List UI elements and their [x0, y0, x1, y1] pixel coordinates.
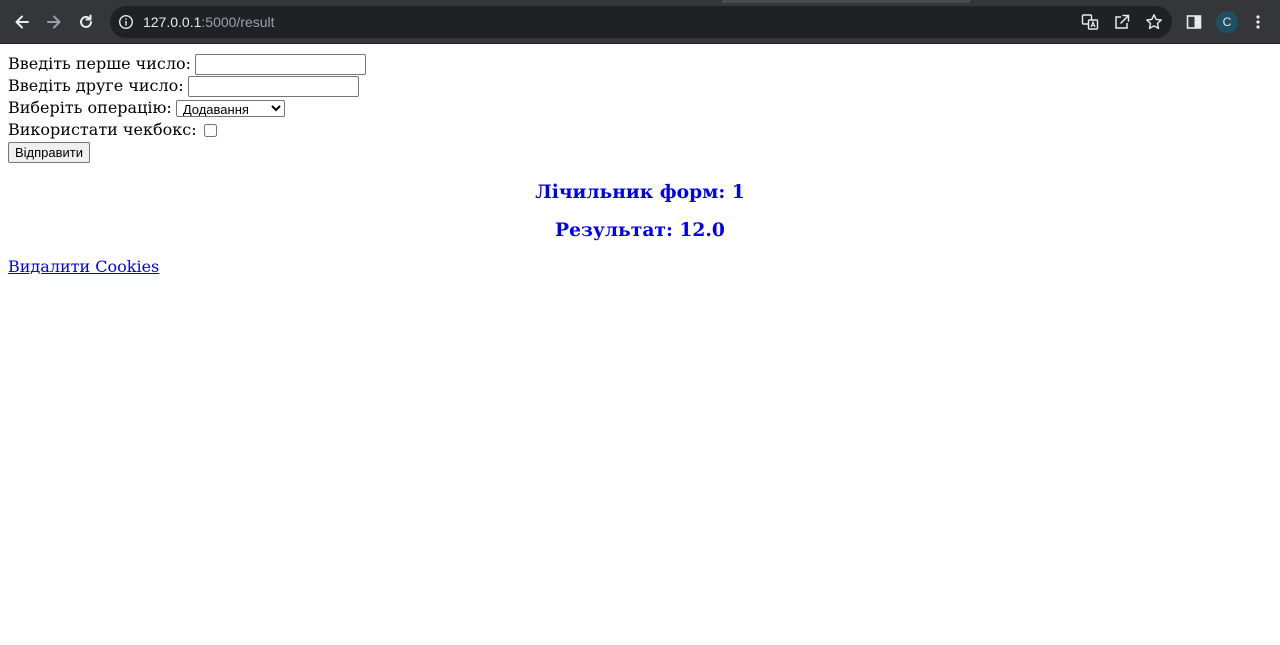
operation-label: Виберіть операцію: — [8, 98, 172, 117]
use-checkbox[interactable] — [203, 123, 217, 137]
page-content: Введіть перше число: Введіть друге число… — [0, 45, 1280, 645]
delete-cookies-link[interactable]: Видалити Cookies — [8, 258, 159, 276]
profile-avatar[interactable]: C — [1216, 11, 1238, 33]
menu-icon[interactable] — [1246, 10, 1270, 34]
url-path: :5000/result — [201, 14, 275, 30]
submit-button[interactable]: Відправити — [8, 142, 91, 163]
checkbox-label: Використати чекбокс: — [8, 120, 197, 139]
first-number-input[interactable] — [195, 53, 367, 75]
first-number-label: Введіть перше число: — [8, 54, 192, 73]
operation-select[interactable]: Додавання — [175, 99, 285, 117]
browser-toolbar: 127.0.0.1:5000/result C — [0, 0, 1280, 44]
first-number-row: Введіть перше число: — [8, 53, 1272, 75]
address-bar[interactable]: 127.0.0.1:5000/result — [110, 6, 1172, 38]
reload-icon[interactable] — [74, 10, 98, 34]
tab-strip-edge — [722, 0, 970, 3]
url-host: 127.0.0.1 — [143, 14, 202, 30]
second-number-input[interactable] — [187, 75, 359, 97]
second-number-label: Введіть друге число: — [8, 76, 184, 95]
share-icon[interactable] — [1110, 10, 1134, 34]
form-counter-heading: Лічильник форм: 1 — [535, 181, 745, 203]
translate-icon[interactable] — [1078, 10, 1102, 34]
side-panel-icon[interactable] — [1182, 10, 1206, 34]
operation-row: Виберіть операцію: Додавання — [8, 97, 1272, 119]
back-icon[interactable] — [10, 10, 34, 34]
result-heading: Результат: 12.0 — [555, 219, 725, 241]
checkbox-row: Використати чекбокс: — [8, 119, 1272, 141]
calculator-form: Введіть перше число: Введіть друге число… — [8, 53, 1272, 163]
address-url: 127.0.0.1:5000/result — [143, 13, 275, 31]
forward-icon[interactable] — [42, 10, 66, 34]
info-icon[interactable] — [118, 14, 134, 30]
second-number-row: Введіть друге число: — [8, 75, 1272, 97]
bookmark-star-icon[interactable] — [1142, 10, 1166, 34]
